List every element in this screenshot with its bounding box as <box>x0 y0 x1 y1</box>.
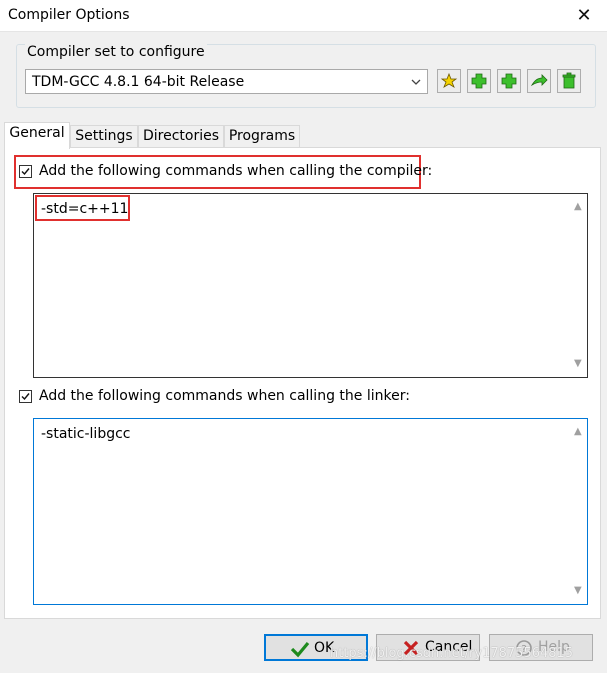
tab-settings-label: Settings <box>75 128 133 144</box>
checkmark-icon <box>21 393 30 401</box>
linker-commands-scrollbar[interactable]: ▲ ▼ <box>570 419 587 604</box>
close-icon[interactable]: ✕ <box>561 0 607 31</box>
compiler-commands-checkbox[interactable] <box>19 165 32 178</box>
delete-icon <box>562 72 576 89</box>
add-compiler-button[interactable] <box>467 69 491 93</box>
add-icon <box>471 73 487 89</box>
compiler-set-dropdown[interactable]: TDM-GCC 4.8.1 64-bit Release <box>25 69 428 94</box>
tab-programs[interactable]: Programs <box>224 125 300 148</box>
compiler-commands-scrollbar[interactable]: ▲ ▼ <box>570 194 587 377</box>
add-icon <box>501 73 517 89</box>
title-bar: Compiler Options ✕ <box>0 0 607 32</box>
delete-compiler-button[interactable] <box>557 69 581 93</box>
checkmark-icon <box>290 641 310 658</box>
rename-icon <box>530 74 548 87</box>
tab-general[interactable]: General <box>4 122 70 149</box>
rename-compiler-button[interactable] <box>527 69 551 93</box>
chevron-down-icon <box>411 79 421 85</box>
checkmark-icon <box>21 168 30 176</box>
scroll-up-icon[interactable]: ▲ <box>574 427 584 437</box>
watermark-text: https://blog.csdn.net/ry17875564815 <box>330 646 574 661</box>
tab-directories-label: Directories <box>142 128 220 144</box>
scroll-down-icon[interactable]: ▼ <box>574 359 584 369</box>
compiler-set-value: TDM-GCC 4.8.1 64-bit Release <box>32 74 245 90</box>
tab-programs-label: Programs <box>228 128 296 144</box>
find-compiler-icon <box>440 72 458 88</box>
add-empty-compiler-button[interactable] <box>497 69 521 93</box>
compiler-commands-label: Add the following commands when calling … <box>39 163 433 179</box>
find-compiler-button[interactable] <box>437 69 461 93</box>
compiler-set-label: Compiler set to configure <box>25 44 207 60</box>
tab-settings[interactable]: Settings <box>70 125 138 148</box>
tab-directories[interactable]: Directories <box>138 125 224 148</box>
scroll-down-icon[interactable]: ▼ <box>574 586 584 596</box>
window-title: Compiler Options <box>8 7 130 23</box>
linker-commands-text: -static-libgcc <box>41 426 131 442</box>
linker-commands-textarea[interactable]: -static-libgcc ▲ ▼ <box>33 418 588 605</box>
scroll-up-icon[interactable]: ▲ <box>574 202 584 212</box>
linker-commands-checkbox[interactable] <box>19 390 32 403</box>
linker-commands-label: Add the following commands when calling … <box>39 388 410 404</box>
tab-general-label: General <box>9 125 65 141</box>
highlight-box <box>35 195 130 221</box>
